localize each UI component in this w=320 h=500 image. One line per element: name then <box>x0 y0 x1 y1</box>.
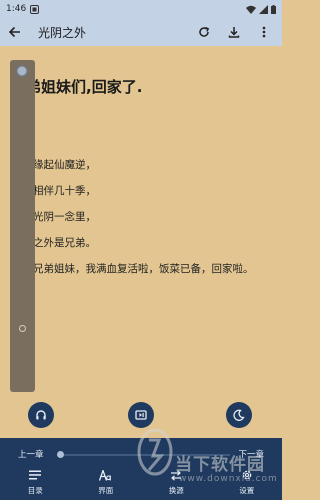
back-arrow-icon <box>9 26 20 38</box>
book-title: 光阴之外 <box>38 25 87 40</box>
download-button[interactable] <box>222 20 246 44</box>
brightness-slider-thumb[interactable] <box>19 325 26 332</box>
nav-catalog[interactable]: 目录 <box>10 468 60 498</box>
reader-toolbar: 光阴之外 <box>0 18 282 46</box>
nav-interface[interactable]: 界面 <box>81 468 131 498</box>
nav-label: 目录 <box>27 486 43 495</box>
font-icon <box>99 468 113 482</box>
chapter-content[interactable]: 缘起仙魔逆， 相伴几十季， 光阴一念里， 之外是兄弟。 兄弟姐妹，我满血复活啦，… <box>33 152 278 282</box>
chapter-progress-thumb[interactable] <box>57 451 64 458</box>
refresh-icon <box>199 26 210 37</box>
back-button[interactable] <box>0 18 30 46</box>
prev-chapter-button[interactable]: 上一章 <box>18 448 44 460</box>
toolbar-actions <box>192 20 282 44</box>
wifi-icon <box>246 5 256 14</box>
status-bar: 1:46 <box>0 0 282 18</box>
read-aloud-button[interactable] <box>28 402 54 428</box>
app-notification-icon <box>30 4 40 14</box>
content-paragraph: 兄弟姐妹，我满血复活啦，饭菜已备，回家啦。 <box>33 263 254 275</box>
content-paragraph: 缘起仙魔逆， <box>33 159 96 171</box>
watermark-text: 当下软件园 <box>175 455 265 475</box>
content-paragraph: 相伴几十季， <box>33 185 96 197</box>
content-paragraph: 光阴一念里， <box>33 211 96 223</box>
nav-label: 界面 <box>98 486 114 495</box>
brightness-auto-icon[interactable] <box>16 65 28 77</box>
watermark-url: www.downxia.com <box>179 474 278 484</box>
download-icon <box>228 27 240 38</box>
headphones-icon <box>36 410 46 420</box>
content-paragraph: 之外是兄弟。 <box>33 237 96 249</box>
battery-icon <box>271 4 276 14</box>
more-vert-icon <box>262 26 266 38</box>
watermark-logo-icon <box>137 428 173 476</box>
status-left: 1:46 <box>6 4 40 14</box>
more-options-button[interactable] <box>252 20 276 44</box>
brightness-panel[interactable] <box>10 60 35 392</box>
status-time: 1:46 <box>6 4 27 14</box>
refresh-button[interactable] <box>192 20 216 44</box>
site-watermark: 当下软件园 www.downxia.com <box>135 420 280 490</box>
list-icon <box>28 468 42 482</box>
status-right <box>246 4 276 14</box>
signal-icon <box>259 4 268 14</box>
